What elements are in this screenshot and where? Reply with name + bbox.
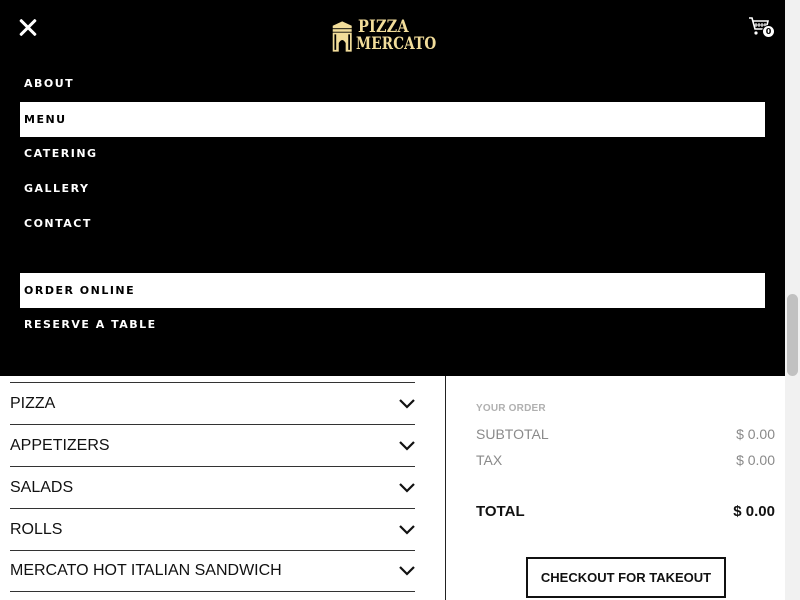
chevron-down-icon — [399, 524, 415, 535]
category-label: MERCATO HOT ITALIAN SANDWICH — [10, 562, 282, 579]
chevron-down-icon — [399, 398, 415, 409]
category-label: PIZZA — [10, 394, 56, 412]
chevron-down-icon — [399, 566, 415, 576]
tax-row: TAX $ 0.00 — [476, 452, 775, 468]
nav-item-label: MENU — [24, 113, 67, 126]
nav-item-about[interactable]: ABOUT — [20, 66, 765, 101]
category-pizza[interactable]: PIZZA — [10, 382, 415, 424]
category-label: APPETIZERS — [10, 436, 110, 454]
category-label: ROLLS — [10, 520, 63, 538]
nav-overlay: PIZZA MERCATO 0 ABOUT MENU CATERING GALL… — [0, 0, 785, 376]
nav-item-menu[interactable]: MENU — [20, 102, 765, 137]
subtotal-value: $ 0.00 — [736, 426, 775, 442]
tax-value: $ 0.00 — [736, 452, 775, 468]
category-salads[interactable]: SALADS — [10, 466, 415, 508]
page-scrollbar[interactable] — [785, 0, 800, 600]
nav-item-label: GALLERY — [24, 182, 90, 195]
nav-item-label: CONTACT — [24, 217, 92, 230]
logo-text: PIZZA MERCATO — [356, 19, 457, 53]
logo[interactable]: PIZZA MERCATO — [331, 16, 457, 56]
category-appetizers[interactable]: APPETIZERS — [10, 424, 415, 466]
nav-item-order-online[interactable]: ORDER ONLINE — [20, 273, 765, 308]
nav-item-label: RESERVE A TABLE — [24, 318, 157, 331]
nav-item-reserve-a-table[interactable]: RESERVE A TABLE — [20, 307, 765, 342]
page: PIZZA APPETIZERS SALADS ROLLS MERCATO HO… — [0, 0, 800, 600]
logo-line-mercato: MERCATO — [356, 34, 437, 54]
chevron-down-icon — [399, 482, 415, 493]
nav-item-label: ABOUT — [24, 77, 75, 90]
tax-label: TAX — [476, 452, 503, 468]
column-divider — [445, 376, 446, 600]
cart-button[interactable]: 0 — [748, 16, 776, 40]
arch-logo-icon — [332, 20, 352, 52]
category-mercato-hot-italian-sandwich[interactable]: MERCATO HOT ITALIAN SANDWICH — [10, 550, 415, 592]
cart-count-badge: 0 — [762, 25, 775, 38]
scrollbar-thumb[interactable] — [787, 294, 798, 376]
category-label: SALADS — [10, 478, 74, 496]
nav-item-label: ORDER ONLINE — [24, 284, 136, 297]
chevron-down-icon — [399, 440, 415, 451]
total-value: $ 0.00 — [733, 503, 775, 520]
nav-item-catering[interactable]: CATERING — [20, 136, 765, 171]
nav-item-gallery[interactable]: GALLERY — [20, 171, 765, 206]
close-icon[interactable] — [16, 16, 40, 40]
subtotal-row: SUBTOTAL $ 0.00 — [476, 426, 775, 442]
nav-item-label: CATERING — [24, 147, 98, 160]
checkout-button[interactable]: CHECKOUT FOR TAKEOUT — [526, 557, 726, 598]
category-rolls[interactable]: ROLLS — [10, 508, 415, 550]
nav-item-contact[interactable]: CONTACT — [20, 206, 765, 241]
total-label: TOTAL — [476, 503, 525, 520]
subtotal-label: SUBTOTAL — [476, 426, 549, 442]
order-heading: YOUR ORDER — [476, 403, 546, 414]
total-row: TOTAL $ 0.00 — [476, 503, 775, 520]
